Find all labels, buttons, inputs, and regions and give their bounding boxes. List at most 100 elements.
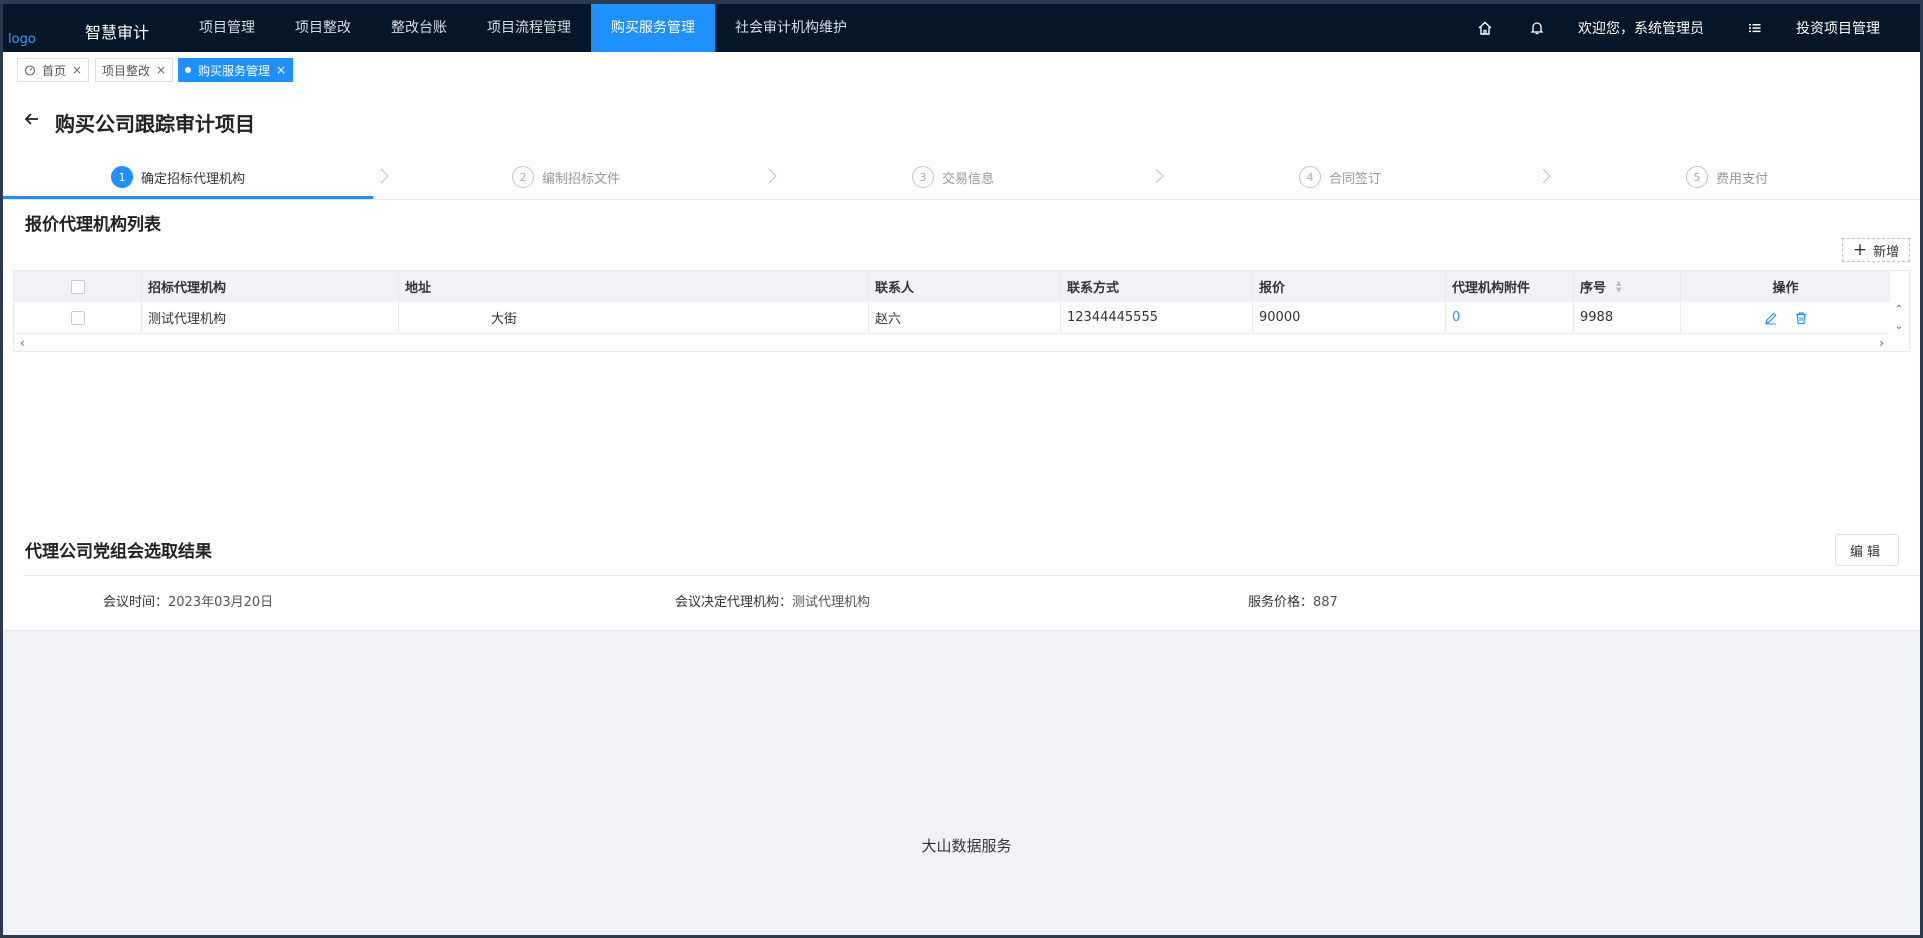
horizontal-scrollbar[interactable]: ‹ › [14,334,1890,351]
step-3[interactable]: 3 交易信息 [912,154,994,200]
service-price-value: 887 [1313,595,1338,610]
edit-button[interactable]: 编辑 [1835,534,1899,566]
row-select-cell [14,302,142,333]
step-number: 5 [1686,166,1708,188]
table-row: 测试代理机构 大街 赵六 12344445555 90000 0 9988 [14,302,1890,334]
chevron-right-icon [1542,168,1551,184]
sort-icon[interactable]: ▲ ▼ [1616,279,1621,294]
divider [23,575,1920,576]
decided-agency-label: 会议决定代理机构： [675,595,793,610]
step-label: 费用支付 [1716,171,1769,187]
column-header-attachments[interactable]: 代理机构附件 [1446,271,1574,302]
footer: 大山数据服务 [3,630,1920,935]
close-icon[interactable]: × [156,63,166,77]
nav-item-process-management[interactable]: 项目流程管理 [467,4,591,52]
delete-icon[interactable] [1794,311,1808,325]
step-1[interactable]: 1 确定招标代理机构 [111,154,245,200]
chevron-right-icon [1155,168,1164,184]
page-title: 购买公司跟踪审计项目 [55,112,255,136]
row-checkbox[interactable] [70,310,85,325]
scroll-right-icon[interactable]: › [1879,336,1884,350]
dashboard-icon [24,64,36,76]
nav-item-project-management[interactable]: 项目管理 [179,4,275,52]
chevron-right-icon [380,168,389,184]
column-header-seq-label: 序号 [1580,281,1607,296]
cell-phone: 12344445555 [1061,302,1253,333]
nav-item-audit-agency[interactable]: 社会审计机构维护 [715,4,867,52]
welcome-text: 欢迎您，系统管理员 [1578,21,1704,37]
vertical-scrollbar[interactable]: ⌃ ⌄ [1889,302,1909,334]
bell-icon[interactable] [1526,17,1548,39]
agency-table: 招标代理机构 地址 联系人 联系方式 报价 代理机构附件 序号 ▲ ▼ 操作 测试… [13,270,1910,352]
column-header-phone[interactable]: 联系方式 [1061,271,1253,302]
top-navbar: logo 智慧审计 项目管理 项目整改 整改台账 项目流程管理 购买服务管理 社… [3,4,1920,52]
tab-purchase-service[interactable]: 购买服务管理 × [178,58,294,82]
decided-agency-field: 会议决定代理机构：测试代理机构 [675,591,870,610]
list-icon[interactable] [1744,17,1766,39]
column-header-agency[interactable]: 招标代理机构 [142,271,399,302]
steps-bar: 1 确定招标代理机构 2 编制招标文件 3 交易信息 4 合同签订 5 费用支付 [3,154,1920,200]
nav-item-purchase-service[interactable]: 购买服务管理 [591,4,715,52]
selection-result-title: 代理公司党组会选取结果 [25,542,212,562]
step-number: 2 [512,166,534,188]
cell-contact: 赵六 [869,302,1061,333]
column-header-contact[interactable]: 联系人 [869,271,1061,302]
main-menu: 项目管理 项目整改 整改台账 项目流程管理 购买服务管理 社会审计机构维护 [179,4,867,52]
add-button-label: 新增 [1873,244,1900,260]
close-icon[interactable]: × [276,63,286,77]
cell-agency: 测试代理机构 [142,302,399,333]
column-header-address[interactable]: 地址 [399,271,869,302]
step-label: 编制招标文件 [542,171,621,187]
step-number: 3 [912,166,934,188]
step-number: 1 [111,166,133,188]
step-4[interactable]: 4 合同签订 [1299,154,1381,200]
tab-project-rectification[interactable]: 项目整改 × [95,58,174,82]
close-icon[interactable]: × [72,63,82,77]
app-title: 智慧审计 [85,23,150,42]
cell-attachments-link[interactable]: 0 [1446,302,1574,333]
scroll-left-icon[interactable]: ‹ [20,336,25,350]
home-icon[interactable] [1474,17,1496,39]
active-dot-icon [185,67,191,73]
service-price-field: 服务价格：887 [1248,591,1338,610]
tab-label: 首页 [42,63,67,78]
step-5[interactable]: 5 费用支付 [1686,154,1768,200]
edit-icon[interactable] [1764,311,1778,325]
nav-right: 欢迎您，系统管理员 投资项目管理 [1474,4,1920,52]
column-header-quote[interactable]: 报价 [1253,271,1446,302]
logo: logo [8,32,36,47]
select-all-cell [14,271,142,302]
tab-home[interactable]: 首页 × [17,58,90,82]
app-window: logo 智慧审计 项目管理 项目整改 整改台账 项目流程管理 购买服务管理 社… [0,0,1923,938]
column-header-seq[interactable]: 序号 ▲ ▼ [1574,271,1681,302]
plus-icon: + [1852,239,1868,260]
meeting-time-value: 2023年03月20日 [168,595,274,610]
project-switch[interactable]: 投资项目管理 [1796,18,1880,38]
nav-item-project-rectification[interactable]: 项目整改 [275,4,371,52]
table-header: 招标代理机构 地址 联系人 联系方式 报价 代理机构附件 序号 ▲ ▼ 操作 [14,271,1890,302]
tabs-bar: 首页 × 项目整改 × 购买服务管理 × [3,52,1920,84]
service-price-label: 服务价格： [1248,595,1314,610]
add-button[interactable]: + 新增 [1842,238,1910,262]
cell-quote: 90000 [1253,302,1446,333]
tab-label: 购买服务管理 [198,63,271,78]
scroll-up-icon[interactable]: ⌃ [1895,304,1903,315]
tab-label: 项目整改 [102,63,151,78]
nav-item-rectification-ledger[interactable]: 整改台账 [371,4,467,52]
step-label: 交易信息 [942,171,995,187]
select-all-checkbox[interactable] [70,279,85,294]
cell-actions [1681,302,1890,333]
column-header-actions: 操作 [1772,281,1799,296]
footer-text: 大山数据服务 [921,837,1012,855]
step-label: 合同签订 [1329,171,1382,187]
agency-list-title: 报价代理机构列表 [25,215,161,235]
active-step-indicator [3,196,373,199]
back-arrow-icon[interactable] [23,110,41,128]
meeting-time-field: 会议时间：2023年03月20日 [103,591,273,610]
cell-seq: 9988 [1574,302,1681,333]
scroll-down-icon[interactable]: ⌄ [1895,321,1903,332]
chevron-right-icon [768,168,777,184]
cell-address: 大街 [399,302,869,333]
step-2[interactable]: 2 编制招标文件 [512,154,620,200]
step-label: 确定招标代理机构 [141,171,246,187]
